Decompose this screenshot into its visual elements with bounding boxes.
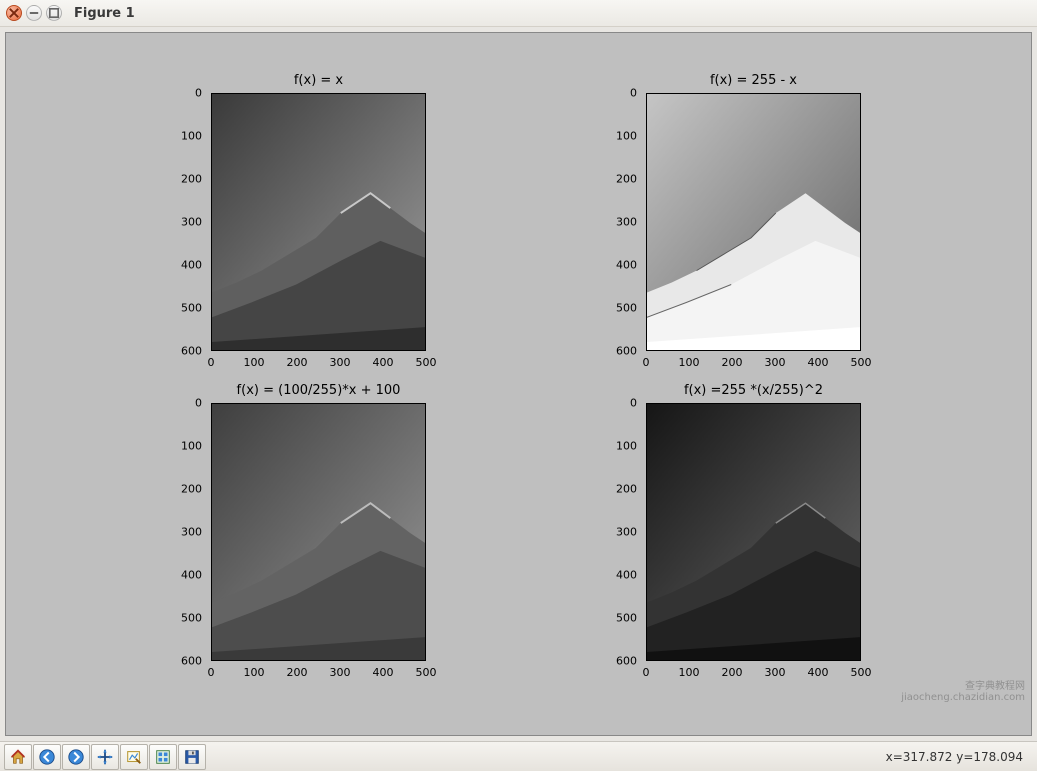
axes-image bbox=[646, 403, 861, 661]
subplot-title: f(x) = 255 - x bbox=[646, 73, 861, 88]
y-tick-label: 0 bbox=[195, 397, 202, 410]
subplot-3: f(x) =255 *(x/255)^2 0 100 200 300 400 500 600 bbox=[591, 381, 941, 681]
y-tick-label: 400 bbox=[616, 569, 637, 582]
subplot-title: f(x) =255 *(x/255)^2 bbox=[646, 383, 861, 398]
x-ticks: 0100200300400500 bbox=[646, 354, 861, 372]
x-tick-label: 400 bbox=[373, 666, 394, 679]
watermark-line2: jiaocheng.chazidian.com bbox=[901, 692, 1025, 703]
y-tick-label: 500 bbox=[181, 302, 202, 315]
matplotlib-toolbar: x=317.872 y=178.094 bbox=[0, 741, 1037, 771]
y-tick-label: 400 bbox=[181, 259, 202, 272]
x-tick-label: 0 bbox=[208, 356, 215, 369]
y-tick-label: 100 bbox=[181, 130, 202, 143]
y-tick-label: 0 bbox=[630, 397, 637, 410]
pan-button[interactable] bbox=[91, 744, 119, 770]
y-tick-label: 200 bbox=[181, 173, 202, 186]
x-tick-label: 200 bbox=[287, 666, 308, 679]
coord-readout: x=317.872 y=178.094 bbox=[886, 750, 1033, 764]
y-tick-label: 400 bbox=[181, 569, 202, 582]
y-ticks: 0100200300400500600 bbox=[156, 403, 206, 661]
y-tick-label: 300 bbox=[616, 216, 637, 229]
y-tick-label: 600 bbox=[616, 655, 637, 668]
y-tick-label: 500 bbox=[616, 612, 637, 625]
x-tick-label: 500 bbox=[416, 356, 437, 369]
y-tick-label: 100 bbox=[181, 440, 202, 453]
x-tick-label: 500 bbox=[416, 666, 437, 679]
x-tick-label: 400 bbox=[373, 356, 394, 369]
axes-image bbox=[646, 93, 861, 351]
y-tick-label: 200 bbox=[616, 173, 637, 186]
watermark-line1: 查字典教程网 bbox=[901, 681, 1025, 692]
x-tick-label: 0 bbox=[643, 356, 650, 369]
save-button[interactable] bbox=[178, 744, 206, 770]
y-tick-label: 400 bbox=[616, 259, 637, 272]
subplot-0: f(x) = x 0100200300400500600 010020030 bbox=[156, 71, 506, 371]
figure-canvas[interactable]: f(x) = x 0100200300400500600 010020030 bbox=[5, 32, 1032, 736]
y-ticks: 0100200300400500600 bbox=[591, 403, 641, 661]
x-tick-label: 300 bbox=[330, 356, 351, 369]
y-tick-label: 600 bbox=[616, 345, 637, 358]
y-tick-label: 600 bbox=[181, 345, 202, 358]
y-tick-label: 500 bbox=[616, 302, 637, 315]
y-tick-label: 300 bbox=[181, 526, 202, 539]
axes-image bbox=[211, 403, 426, 661]
y-tick-label: 600 bbox=[181, 655, 202, 668]
y-tick-label: 0 bbox=[630, 87, 637, 100]
minimize-button[interactable] bbox=[26, 5, 42, 21]
subplot-2: f(x) = (100/255)*x + 100 0 100 200 300 400 50… bbox=[156, 381, 506, 681]
forward-button[interactable] bbox=[62, 744, 90, 770]
x-tick-label: 200 bbox=[722, 666, 743, 679]
close-button[interactable] bbox=[6, 5, 22, 21]
subplot-1: f(x) = 255 - x 0 100 200 300 400 500 600 bbox=[591, 71, 941, 371]
x-tick-label: 400 bbox=[808, 666, 829, 679]
x-tick-label: 0 bbox=[643, 666, 650, 679]
y-tick-label: 100 bbox=[616, 440, 637, 453]
x-tick-label: 100 bbox=[244, 356, 265, 369]
x-tick-label: 300 bbox=[765, 666, 786, 679]
x-tick-label: 500 bbox=[851, 356, 872, 369]
window-titlebar: Figure 1 bbox=[0, 0, 1037, 27]
y-tick-label: 0 bbox=[195, 87, 202, 100]
configure-subplots-button[interactable] bbox=[149, 744, 177, 770]
window-controls bbox=[6, 5, 62, 21]
x-ticks: 0100200300400500 bbox=[646, 664, 861, 682]
x-tick-label: 300 bbox=[765, 356, 786, 369]
x-tick-label: 100 bbox=[244, 666, 265, 679]
back-button[interactable] bbox=[33, 744, 61, 770]
watermark: 查字典教程网 jiaocheng.chazidian.com bbox=[901, 681, 1025, 703]
x-ticks: 0100200300400500 bbox=[211, 354, 426, 372]
y-ticks: 0100200300400500600 bbox=[591, 93, 641, 351]
x-tick-label: 300 bbox=[330, 666, 351, 679]
subplot-title: f(x) = (100/255)*x + 100 bbox=[211, 383, 426, 398]
x-tick-label: 100 bbox=[679, 356, 700, 369]
x-tick-label: 200 bbox=[287, 356, 308, 369]
figure-outer: f(x) = x 0100200300400500600 010020030 bbox=[0, 27, 1037, 741]
x-tick-label: 100 bbox=[679, 666, 700, 679]
zoom-button[interactable] bbox=[120, 744, 148, 770]
subplot-title: f(x) = x bbox=[211, 73, 426, 88]
x-ticks: 0100200300400500 bbox=[211, 664, 426, 682]
y-tick-label: 500 bbox=[181, 612, 202, 625]
y-ticks: 0100200300400500600 bbox=[156, 93, 206, 351]
y-tick-label: 300 bbox=[616, 526, 637, 539]
window-title: Figure 1 bbox=[74, 6, 135, 21]
home-button[interactable] bbox=[4, 744, 32, 770]
x-tick-label: 400 bbox=[808, 356, 829, 369]
maximize-button[interactable] bbox=[46, 5, 62, 21]
x-tick-label: 0 bbox=[208, 666, 215, 679]
x-tick-label: 200 bbox=[722, 356, 743, 369]
axes-image bbox=[211, 93, 426, 351]
y-tick-label: 200 bbox=[616, 483, 637, 496]
y-tick-label: 200 bbox=[181, 483, 202, 496]
y-tick-label: 100 bbox=[616, 130, 637, 143]
x-tick-label: 500 bbox=[851, 666, 872, 679]
y-tick-label: 300 bbox=[181, 216, 202, 229]
